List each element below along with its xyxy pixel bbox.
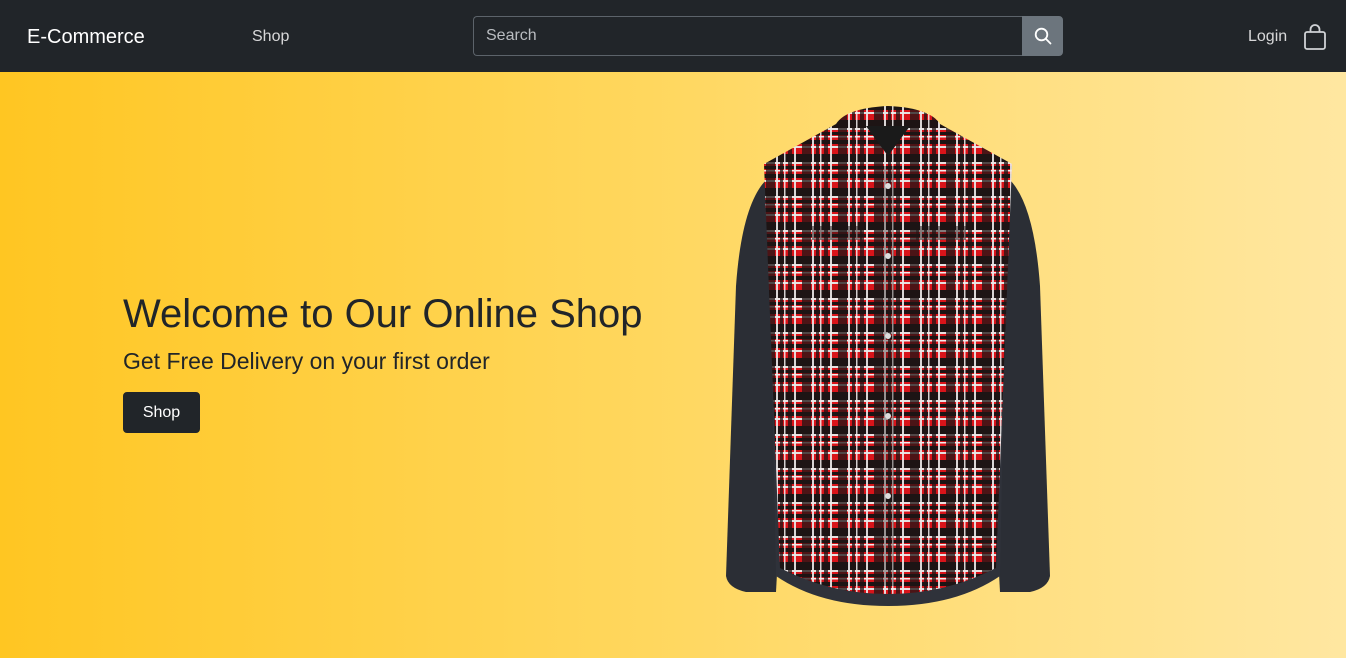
hero-subtitle: Get Free Delivery on your first order xyxy=(123,348,490,374)
search-form xyxy=(473,16,1063,56)
search-input[interactable] xyxy=(473,16,1022,56)
search-button[interactable] xyxy=(1022,16,1063,56)
hero-shop-button[interactable]: Shop xyxy=(123,392,200,433)
shopping-bag-icon xyxy=(1304,24,1326,50)
hero-title: Welcome to Our Online Shop xyxy=(123,292,643,336)
plaid-shirt-image xyxy=(726,106,1050,606)
search-icon xyxy=(1034,27,1051,45)
cart-button[interactable] xyxy=(1302,23,1328,51)
navbar: E-Commerce Shop Login xyxy=(0,0,1346,72)
login-link[interactable]: Login xyxy=(1248,26,1287,48)
nav-link-shop[interactable]: Shop xyxy=(252,26,289,48)
hero-banner: Welcome to Our Online Shop Get Free Deli… xyxy=(0,72,1346,658)
brand-logo[interactable]: E-Commerce xyxy=(27,24,145,50)
